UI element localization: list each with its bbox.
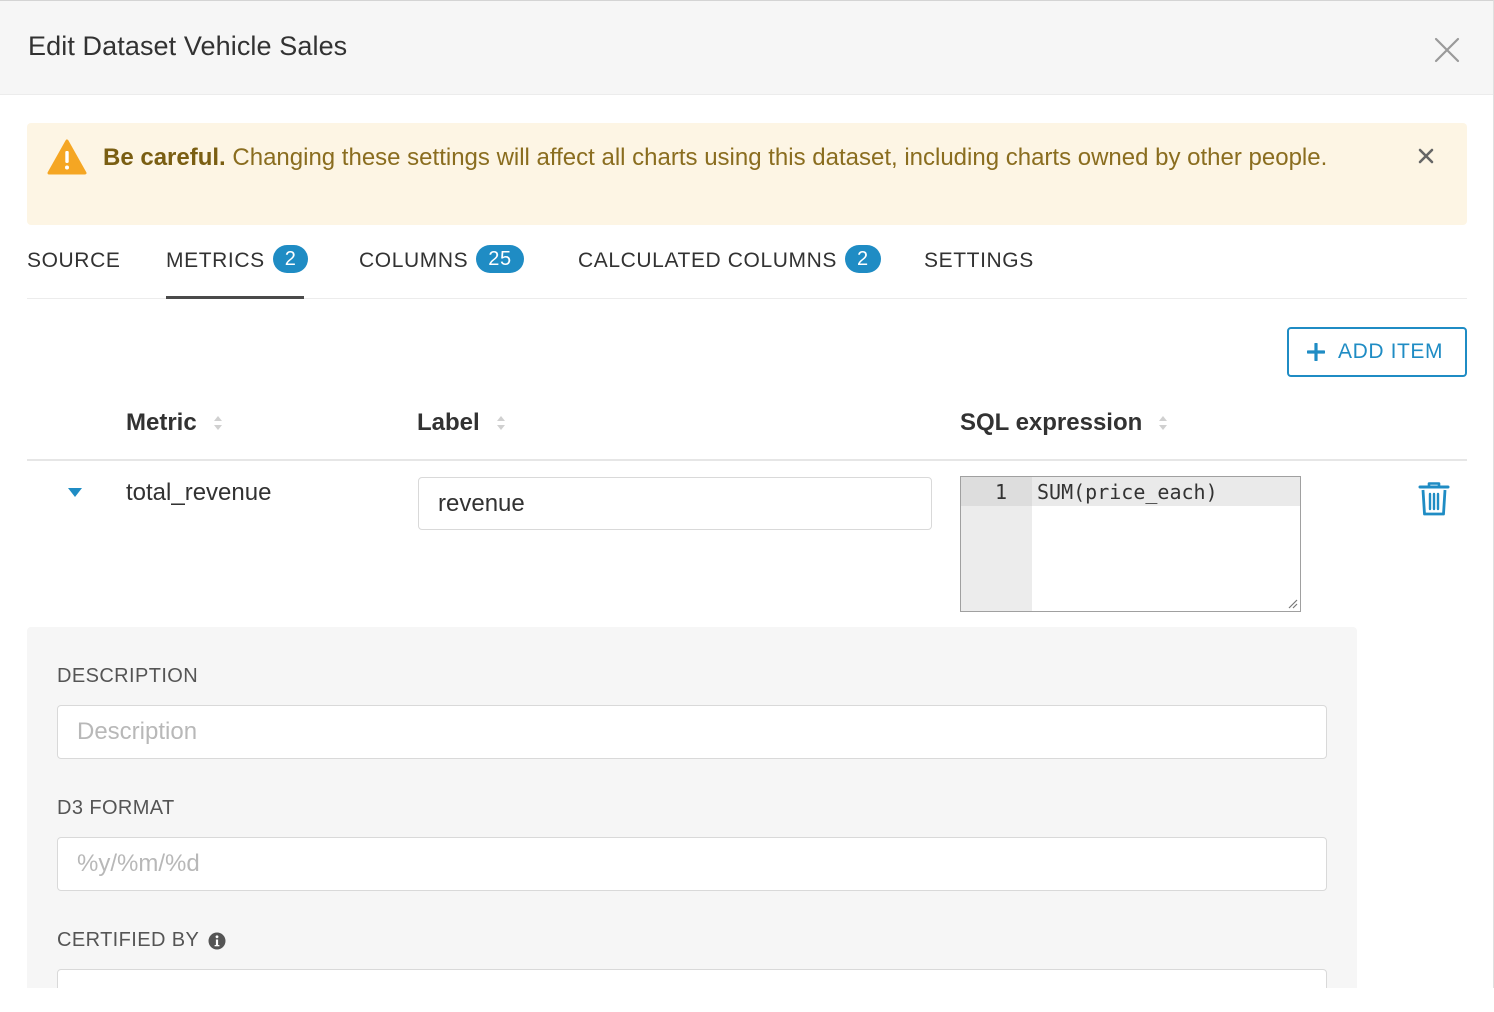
certified-by-label-text: CERTIFIED BY bbox=[57, 929, 200, 951]
certified-by-input[interactable] bbox=[57, 969, 1327, 988]
close-icon[interactable] bbox=[1432, 35, 1462, 65]
warning-bold-text: Be careful. bbox=[103, 144, 226, 171]
column-header-metric[interactable]: Metric bbox=[126, 409, 223, 437]
warning-body-text: Changing these settings will affect all … bbox=[225, 144, 1328, 171]
tab-source-label: SOURCE bbox=[27, 249, 121, 272]
sql-expression-editor[interactable]: 1 SUM(price_each) bbox=[960, 476, 1301, 612]
tab-source[interactable]: SOURCE bbox=[27, 241, 120, 299]
certified-by-label: CERTIFIED BY bbox=[57, 929, 226, 952]
plus-icon bbox=[1307, 343, 1325, 361]
warning-alert: Be careful. Changing these settings will… bbox=[27, 123, 1467, 225]
info-icon[interactable] bbox=[208, 932, 226, 950]
d3-format-label: D3 FORMAT bbox=[57, 797, 175, 819]
edit-dataset-modal: Edit Dataset Vehicle Sales Be careful. C… bbox=[0, 0, 1494, 988]
trash-icon[interactable] bbox=[1418, 481, 1450, 517]
column-header-label-label: Label bbox=[417, 409, 480, 436]
modal-title: Edit Dataset Vehicle Sales bbox=[28, 31, 348, 61]
tab-metrics-badge: 2 bbox=[272, 245, 309, 273]
table-header: Metric Label SQL expression bbox=[27, 397, 1467, 461]
metric-name: total_revenue bbox=[126, 479, 272, 506]
description-input[interactable] bbox=[57, 705, 1327, 759]
d3-format-input[interactable] bbox=[57, 837, 1327, 891]
warning-icon bbox=[47, 139, 87, 175]
column-header-label[interactable]: Label bbox=[417, 409, 506, 437]
sql-code[interactable]: SUM(price_each) bbox=[1037, 480, 1218, 504]
tab-metrics-label: METRICS bbox=[166, 249, 265, 272]
tab-calculated-columns-label: CALCULATED COLUMNS bbox=[578, 249, 837, 272]
tab-metrics[interactable]: METRICS 2 bbox=[166, 241, 309, 299]
sort-icon bbox=[1159, 416, 1168, 430]
column-header-sql-label: SQL expression bbox=[960, 409, 1143, 436]
description-label: DESCRIPTION bbox=[57, 665, 199, 687]
line-number: 1 bbox=[995, 480, 1008, 504]
tab-calculated-columns-badge: 2 bbox=[844, 245, 881, 273]
sort-icon bbox=[496, 416, 505, 430]
caret-down-icon[interactable] bbox=[66, 485, 84, 499]
modal-header: Edit Dataset Vehicle Sales bbox=[0, 1, 1493, 95]
alert-close-icon[interactable] bbox=[1415, 145, 1437, 167]
column-header-sql-expression[interactable]: SQL expression bbox=[960, 409, 1168, 437]
add-item-label: ADD ITEM bbox=[1338, 340, 1444, 363]
tab-calculated-columns[interactable]: CALCULATED COLUMNS 2 bbox=[578, 241, 881, 299]
add-item-button[interactable]: ADD ITEM bbox=[1287, 327, 1467, 377]
tab-columns[interactable]: COLUMNS 25 bbox=[359, 241, 524, 299]
tab-settings[interactable]: SETTINGS bbox=[924, 241, 1034, 299]
metric-label-input[interactable] bbox=[418, 477, 932, 530]
tab-bar: SOURCE METRICS 2 COLUMNS 25 CALCULATED C… bbox=[27, 241, 1467, 299]
column-header-metric-label: Metric bbox=[126, 409, 197, 436]
metric-details-panel: DESCRIPTION D3 FORMAT CERTIFIED BY bbox=[27, 627, 1357, 988]
tab-columns-badge: 25 bbox=[476, 245, 524, 273]
sort-icon bbox=[213, 416, 222, 430]
tab-columns-label: COLUMNS bbox=[359, 249, 469, 272]
tab-settings-label: SETTINGS bbox=[924, 249, 1034, 272]
warning-message: Be careful. Changing these settings will… bbox=[103, 139, 1343, 177]
resize-handle-icon[interactable] bbox=[1286, 597, 1298, 609]
